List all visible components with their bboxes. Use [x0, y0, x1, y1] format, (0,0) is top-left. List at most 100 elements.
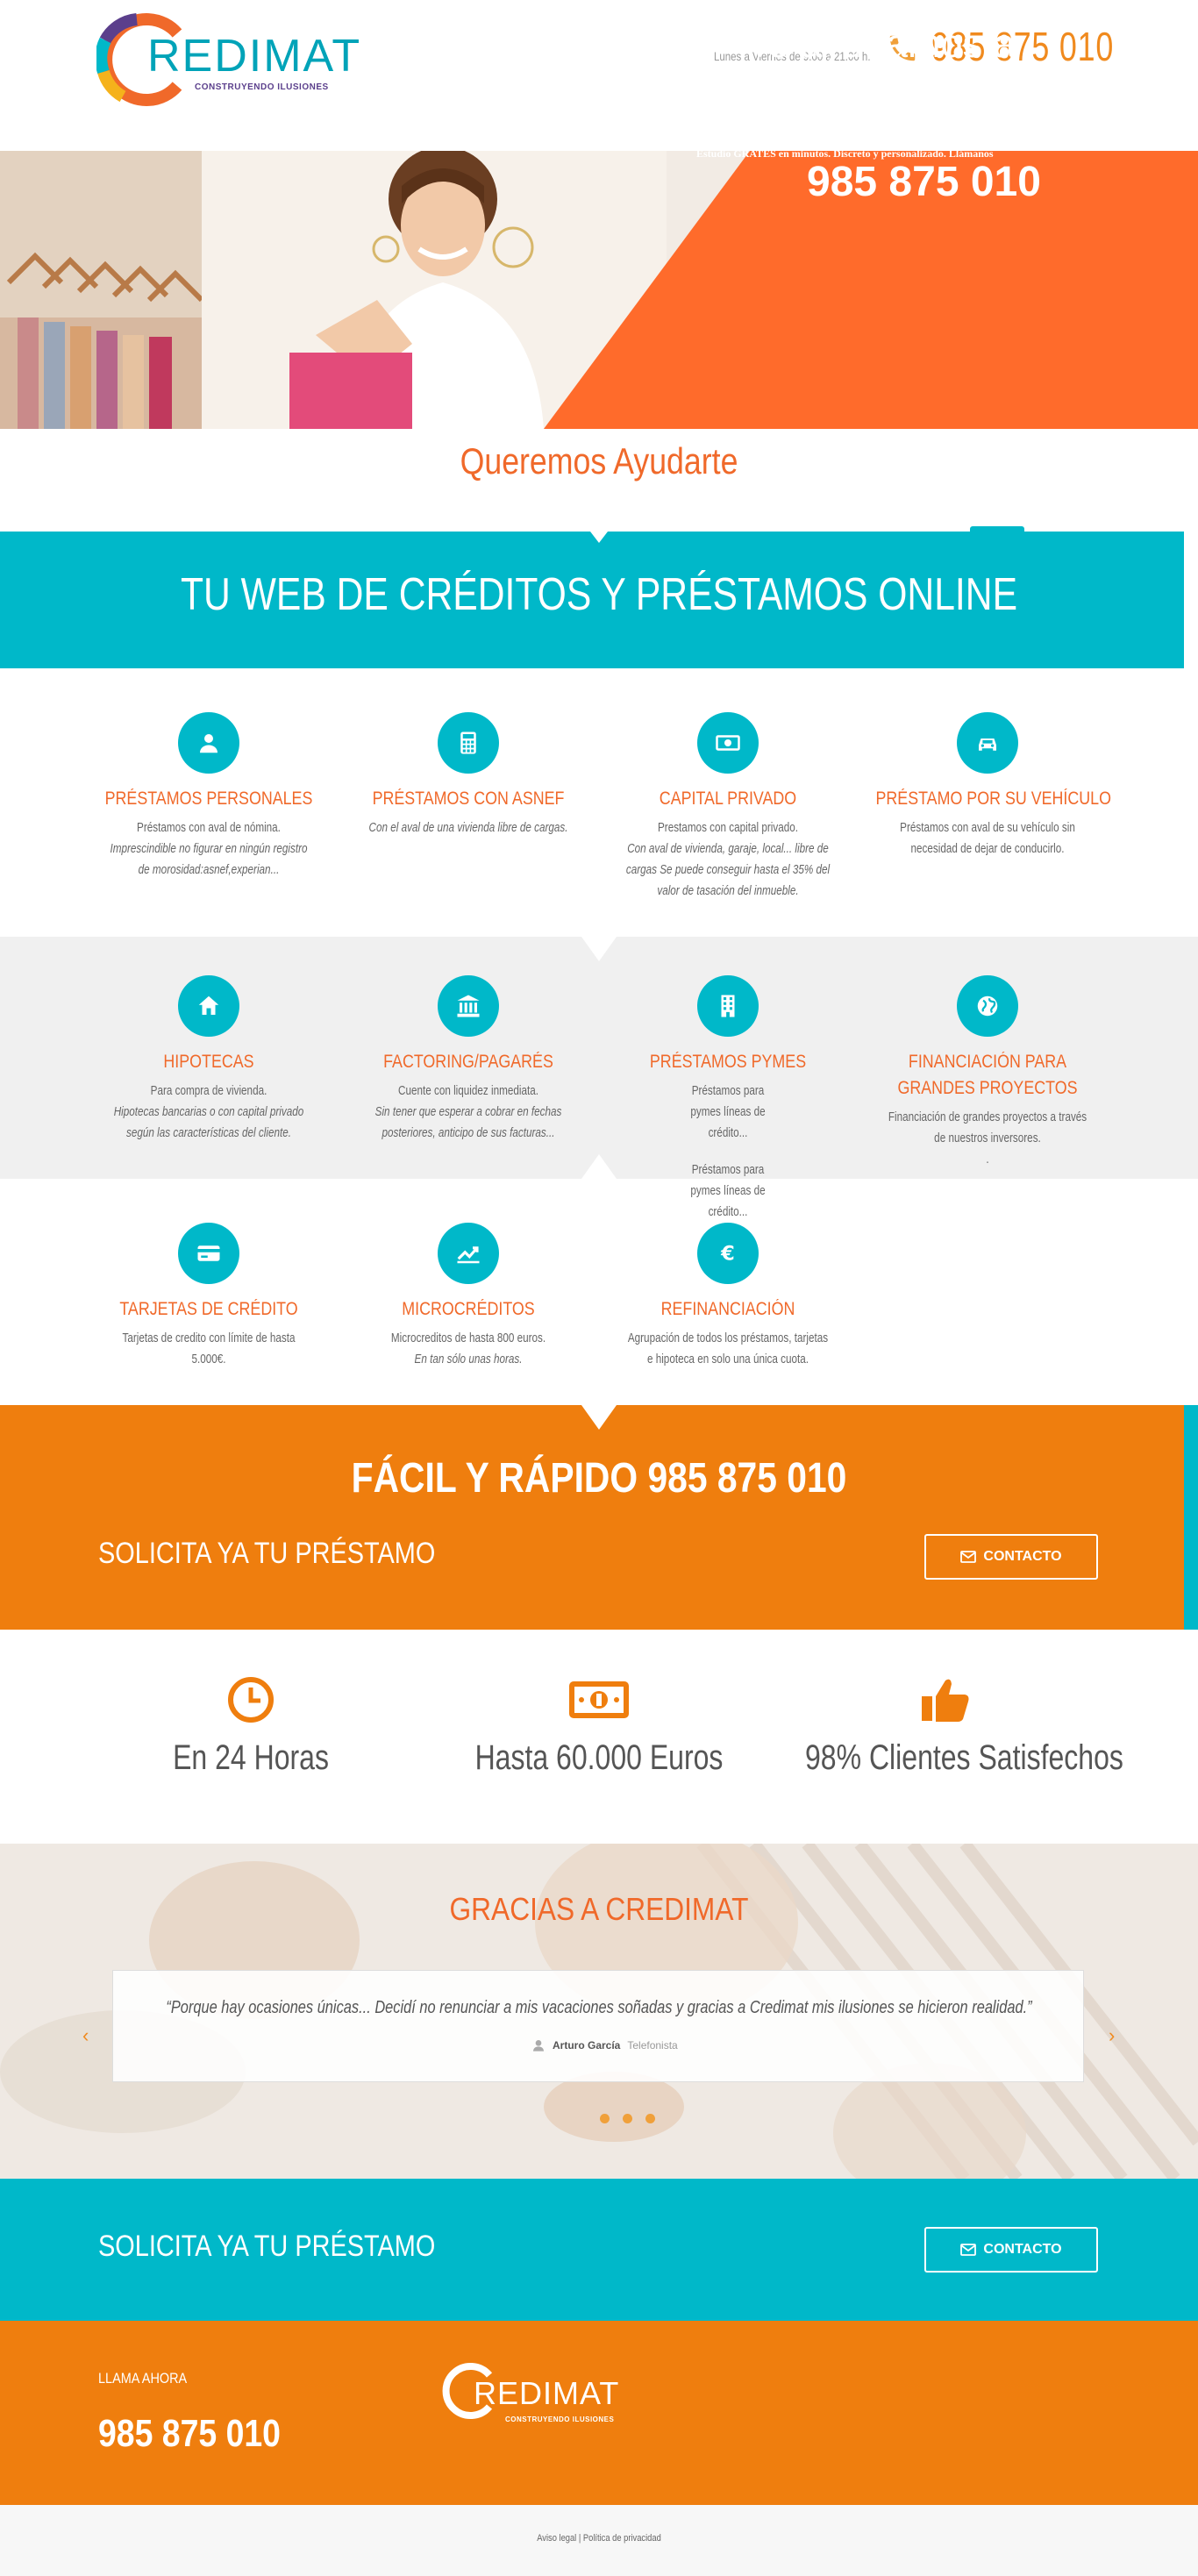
services-row-2-notch-top	[581, 937, 617, 961]
bank-icon	[438, 975, 499, 1037]
stat-label: Hasta 60.000 Euros	[474, 1738, 724, 1777]
service-title: FACTORING/PAGARÉS	[383, 1052, 553, 1072]
carousel-next-arrow[interactable]: ›	[1109, 2024, 1115, 2047]
service-microcredits[interactable]: MICROCRÉDITOS Microcreditos de hasta 800…	[337, 1223, 600, 1370]
envelope-icon	[960, 2244, 977, 2256]
stat-label: 98% Clientes Satisfechos	[805, 1738, 1123, 1777]
service-title: TARJETAS DE CRÉDITO	[119, 1299, 298, 1319]
service-desc-line: Agrupación de todos los préstamos, tarje…	[627, 1331, 829, 1366]
link-separator: |	[578, 2533, 581, 2544]
service-desc-line: Microcreditos de hasta 800 euros.	[390, 1331, 546, 1345]
service-asnef-loans[interactable]: PRÉSTAMOS CON ASNEF Con el aval de una v…	[337, 712, 600, 838]
envelope-icon	[960, 1551, 977, 1563]
building-icon	[697, 975, 759, 1037]
contact-button[interactable]: CONTACTO	[924, 2227, 1098, 2273]
cta-banner-edge	[1184, 1405, 1198, 1630]
footer-phone-number[interactable]: 985 875 010	[98, 2412, 281, 2456]
service-title: MICROCRÉDITOS	[402, 1299, 535, 1319]
carousel-dot[interactable]	[623, 2114, 632, 2123]
contact-button-label: CONTACTO	[983, 1549, 1062, 1564]
author-name: Arturo García	[553, 2039, 621, 2052]
service-vehicle-loan[interactable]: PRÉSTAMO POR SU VEHÍCULO Préstamos con a…	[856, 712, 1119, 860]
web-band-title: TU WEB DE CRÉDITOS Y PRÉSTAMOS ONLINE	[180, 569, 1018, 620]
testimonial-author: Arturo García Telefonista	[531, 2038, 678, 2052]
service-private-capital[interactable]: CAPITAL PRIVADO Prestamos con capital pr…	[596, 712, 859, 902]
contact-button-label: CONTACTO	[983, 2242, 1062, 2257]
legal-links: Aviso legal | Política de privacidad	[89, 2533, 1108, 2544]
service-desc: Préstamos con aval de nómina. Imprescind…	[106, 817, 311, 881]
testimonial-quote: “Porque hay ocasiones únicas... Decidí n…	[166, 1998, 1032, 2017]
service-desc-italic: En tan sólo unas horas.	[414, 1352, 523, 1366]
hero-title-line2: cumplir tus sueños	[717, 67, 1046, 111]
service-desc: Prestamos con capital privado. Con aval …	[625, 817, 831, 902]
service-title: PRÉSTAMOS CON ASNEF	[372, 788, 565, 809]
service-desc-line: Prestamos con capital privado.	[658, 820, 798, 835]
service-title: PRÉSTAMO POR SU VEHÍCULO	[875, 788, 1111, 809]
home-icon	[178, 975, 239, 1037]
service-pymes[interactable]: PRÉSTAMOS PYMES Préstamos para pymes lín…	[596, 975, 859, 1223]
footer-logo-wordmark: REDIMAT	[474, 2375, 620, 2411]
clock-icon	[228, 1677, 274, 1723]
service-desc-italic: Hipotecas bancarias o con capital privad…	[113, 1104, 304, 1140]
euro-icon: €	[697, 1223, 759, 1284]
stat-satisfied-clients: 98% Clientes Satisfechos	[770, 1675, 1123, 1778]
service-desc-italic: Con el aval de una vivienda libre de car…	[368, 820, 568, 835]
service-title: PRÉSTAMOS PYMES	[649, 1052, 807, 1072]
service-desc: Para compra de vivienda. Hipotecas banca…	[106, 1081, 311, 1144]
service-desc-line: Financiación de grandes proyectos a trav…	[888, 1110, 1087, 1145]
carousel-prev-arrow[interactable]: ‹	[82, 2024, 89, 2047]
cta-banner-orange	[0, 1405, 1184, 1630]
cta-headline: FÁCIL Y RÁPIDO 985 875 010	[351, 1455, 847, 1502]
service-desc: Préstamos con aval de su vehículo sin ne…	[885, 817, 1090, 860]
service-desc: Tarjetas de credito con límite de hasta …	[106, 1328, 311, 1370]
service-title: HIPOTECAS	[163, 1052, 254, 1072]
banknote-icon	[569, 1681, 629, 1718]
service-desc-line: Cuente con liquidez inmediata.	[397, 1083, 538, 1098]
service-desc-line: Préstamos con aval de su vehículo sin ne…	[900, 820, 1075, 856]
service-desc: Con el aval de una vivienda libre de car…	[366, 817, 571, 838]
legal-notice-link[interactable]: Aviso legal	[537, 2533, 576, 2544]
logo-wordmark: REDIMAT	[147, 31, 362, 82]
service-large-projects[interactable]: FINANCIACIÓN PARA GRANDES PROYECTOS Fina…	[856, 975, 1119, 1170]
service-title: FINANCIACIÓN PARA GRANDES PROYECTOS	[897, 1052, 1078, 1098]
service-desc-italic: Imprescindible no figurar en ningún regi…	[110, 841, 308, 877]
privacy-policy-link[interactable]: Política de privacidad	[583, 2533, 661, 2544]
service-desc-line: Tarjetas de credito con límite de hasta …	[122, 1331, 296, 1366]
service-personal-loans[interactable]: PRÉSTAMOS PERSONALES Préstamos con aval …	[77, 712, 340, 881]
stat-60000-euros: Hasta 60.000 Euros	[424, 1675, 774, 1778]
logo-tagline: CONSTRUYENDO ILUSIONES	[195, 82, 329, 92]
car-icon	[957, 712, 1018, 774]
service-mortgages[interactable]: HIPOTECAS Para compra de vivienda. Hipot…	[77, 975, 340, 1144]
carousel-dot[interactable]	[645, 2114, 655, 2123]
service-desc-line: Préstamos con aval de nómina.	[137, 820, 281, 835]
service-desc: Microcreditos de hasta 800 euros. En tan…	[366, 1328, 571, 1370]
service-title: REFINANCIACIÓN	[660, 1299, 795, 1319]
author-role: Telefonista	[627, 2039, 678, 2052]
hero-phone-number[interactable]: 985 875 010	[807, 158, 1041, 206]
service-desc-line: Préstamos para pymes líneas de crédito..…	[690, 1083, 766, 1140]
stat-label: En 24 Horas	[173, 1738, 329, 1777]
service-desc: Agrupación de todos los préstamos, tarje…	[625, 1328, 831, 1370]
service-desc: Cuente con liquidez inmediata. Sin tener…	[366, 1081, 571, 1144]
service-refinancing[interactable]: € REFINANCIACIÓN Agrupación de todos los…	[596, 1223, 859, 1370]
testimonial-title: GRACIAS A CREDIMAT	[449, 1891, 749, 1927]
service-factoring[interactable]: FACTORING/PAGARÉS Cuente con liquidez in…	[337, 975, 600, 1144]
service-title: CAPITAL PRIVADO	[659, 788, 797, 809]
service-desc-line: Para compra de vivienda.	[150, 1083, 267, 1098]
user-icon	[533, 2040, 544, 2052]
footer-logo-tagline: CONSTRUYENDO ILUSIONES	[505, 2415, 615, 2423]
carousel-dot[interactable]	[600, 2114, 610, 2123]
testimonial-card	[112, 1970, 1084, 2082]
service-desc-italic: Sin tener que esperar a cobrar en fechas…	[374, 1104, 562, 1140]
chart-icon	[438, 1223, 499, 1284]
thumbs-up-icon	[922, 1679, 969, 1722]
contact-button[interactable]: CONTACTO	[924, 1534, 1098, 1580]
service-credit-cards[interactable]: TARJETAS DE CRÉDITO Tarjetas de credito …	[77, 1223, 340, 1370]
hero-title: Te ayudamos a cumplir tus sueños	[684, 21, 1079, 112]
service-desc: Financiación de grandes proyectos a trav…	[885, 1107, 1090, 1170]
service-desc: Préstamos para pymes líneas de crédito..…	[625, 1081, 831, 1223]
cta-request-text: SOLICITA YA TU PRÉSTAMO	[98, 2230, 436, 2263]
intro-heading: Queremos Ayudarte	[460, 440, 738, 482]
service-desc-line: .	[986, 1152, 989, 1167]
service-desc-italic: Con aval de vivienda, garaje, local... l…	[625, 841, 831, 898]
